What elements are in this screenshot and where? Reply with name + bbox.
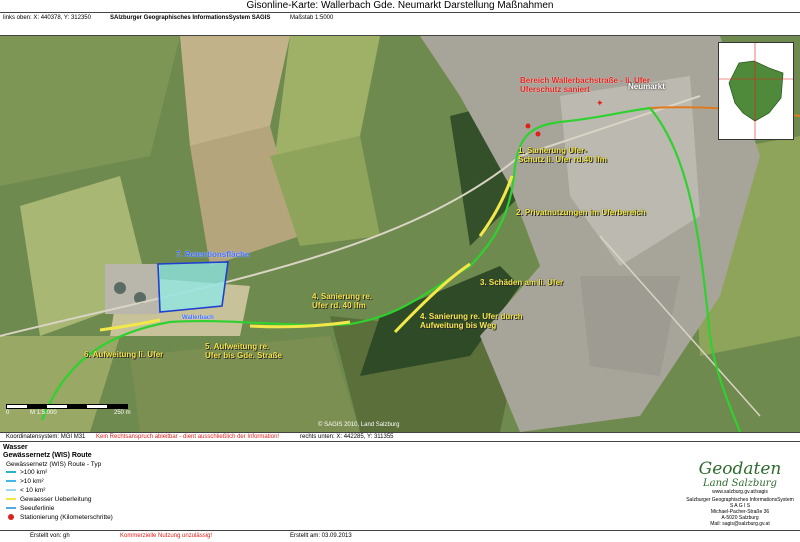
label-retention: 7. Retentionsfläche — [176, 250, 250, 259]
created-on: Erstellt am: 03.09.2013 — [290, 533, 352, 539]
legend-item: Seeuferlinie — [6, 505, 54, 513]
legend-swatch — [8, 514, 14, 521]
scale-bar: 0 M 1:5.000 250 m — [6, 404, 136, 430]
legend-item-label: Stationierung (Kilometerschritte) — [20, 514, 113, 521]
label-measure-6: 6. Aufweitung li. Ufer — [84, 350, 164, 359]
label-measure-2: 2. Privatnutzungen im Uferbereich — [516, 208, 646, 217]
scale-bar-start: 0 — [6, 410, 10, 416]
label-measure-4b: 4. Sanierung re. Ufer rd. 40 lfm — [312, 292, 373, 310]
station-marker: ✦ — [596, 99, 604, 109]
label-measure-5: 5. Aufweitung re. Ufer bis Gde. Straße — [205, 342, 282, 360]
geodaten-logo: Geodaten Land Salzburg www.salzburg.gv.a… — [684, 459, 796, 527]
page-title: Gisonline-Karte: Wallerbach Gde. Neumark… — [0, 0, 800, 12]
legend-item: Gewaesser Ueberleitung — [6, 496, 92, 504]
label-measure-4a: 4. Sanierung re. Ufer durch Aufweitung b… — [420, 312, 523, 330]
scale-bar-ratio: M 1:5.000 — [30, 410, 57, 416]
overview-inset[interactable] — [718, 42, 794, 140]
map-header: links oben: X: 440378, Y: 312350 SAlzbur… — [0, 12, 800, 36]
map-page: Gisonline-Karte: Wallerbach Gde. Neumark… — [0, 0, 800, 542]
legend-item: >10 km² — [6, 478, 44, 486]
map-footer: Koordinatensystem: MGI M31 Kein Rechtsan… — [0, 432, 800, 442]
logo-mail: Mail: sagis@salzburg.gv.at — [710, 521, 770, 527]
map-copyright: © SAGIS 2010, Land Salzburg — [318, 422, 400, 428]
legend-layer: Gewässernetz (WIS) Route — [3, 452, 92, 459]
station-point — [535, 131, 541, 137]
legend-subtitle: Gewässernetz (WIS) Route - Typ — [6, 461, 102, 468]
logo-subtitle: Land Salzburg — [703, 478, 777, 489]
scale-bar-end: 250 m — [114, 410, 131, 416]
usage-note: Kommerzielle Nutzung unzulässig! — [120, 533, 213, 539]
overview-map — [719, 43, 793, 139]
map-area[interactable]: ✦ 1. Sanierung Ufer- Schutz li. Ufer rd.… — [0, 36, 800, 432]
label-place: Neumarkt — [628, 82, 665, 91]
legend-item-label: Seeuferlinie — [20, 505, 55, 512]
aerial-map: ✦ — [0, 36, 800, 432]
legend-swatch — [6, 507, 16, 510]
retention-area — [157, 261, 229, 313]
legend-swatch — [6, 489, 16, 492]
legend-swatch — [6, 471, 16, 474]
disclaimer: Kein Rechtsanspruch ableitbar - dient au… — [96, 434, 280, 440]
system-name: SAlzburger Geographisches InformationsSy… — [110, 15, 271, 21]
label-measure-3: 3. Schäden am li. Ufer — [480, 278, 564, 287]
legend-item-label: < 10 km² — [20, 487, 46, 494]
label-measure-1: 1. Sanierung Ufer- Schutz li. Ufer rd.40… — [518, 146, 607, 164]
logo-url: www.salzburg.gv.at/sagis — [712, 489, 768, 495]
station-point — [525, 123, 531, 129]
logo-title: Geodaten — [698, 459, 782, 479]
legend-item: < 10 km² — [6, 487, 45, 495]
legend-item: >100 km² — [6, 469, 47, 477]
label-stream: Wallerbach — [182, 315, 214, 321]
legend-swatch — [6, 480, 16, 483]
legend-item-label: >100 km² — [20, 469, 48, 476]
created-by: Erstellt von: gh — [30, 533, 70, 539]
coords-top-left: links oben: X: 440378, Y: 312350 — [3, 15, 91, 21]
legend-item-label: >10 km² — [20, 478, 44, 485]
coordinate-system: Koordinatensystem: MGI M31 — [6, 434, 86, 440]
map-scale: Maßstab 1:5000 — [290, 15, 334, 21]
legend-swatch — [6, 498, 16, 501]
coords-bottom-right: rechts unten: X: 442285, Y: 311355 — [300, 434, 394, 440]
legend-group: Wasser — [3, 444, 28, 451]
legend-item: Stationierung (Kilometerschritte) — [6, 514, 113, 522]
scale-bar-graphic — [6, 404, 128, 409]
page-bottom-bar: Erstellt von: gh Kommerzielle Nutzung un… — [0, 530, 800, 542]
legend-item-label: Gewaesser Ueberleitung — [20, 496, 92, 503]
legend: Wasser Gewässernetz (WIS) Route Gewässer… — [0, 442, 800, 530]
